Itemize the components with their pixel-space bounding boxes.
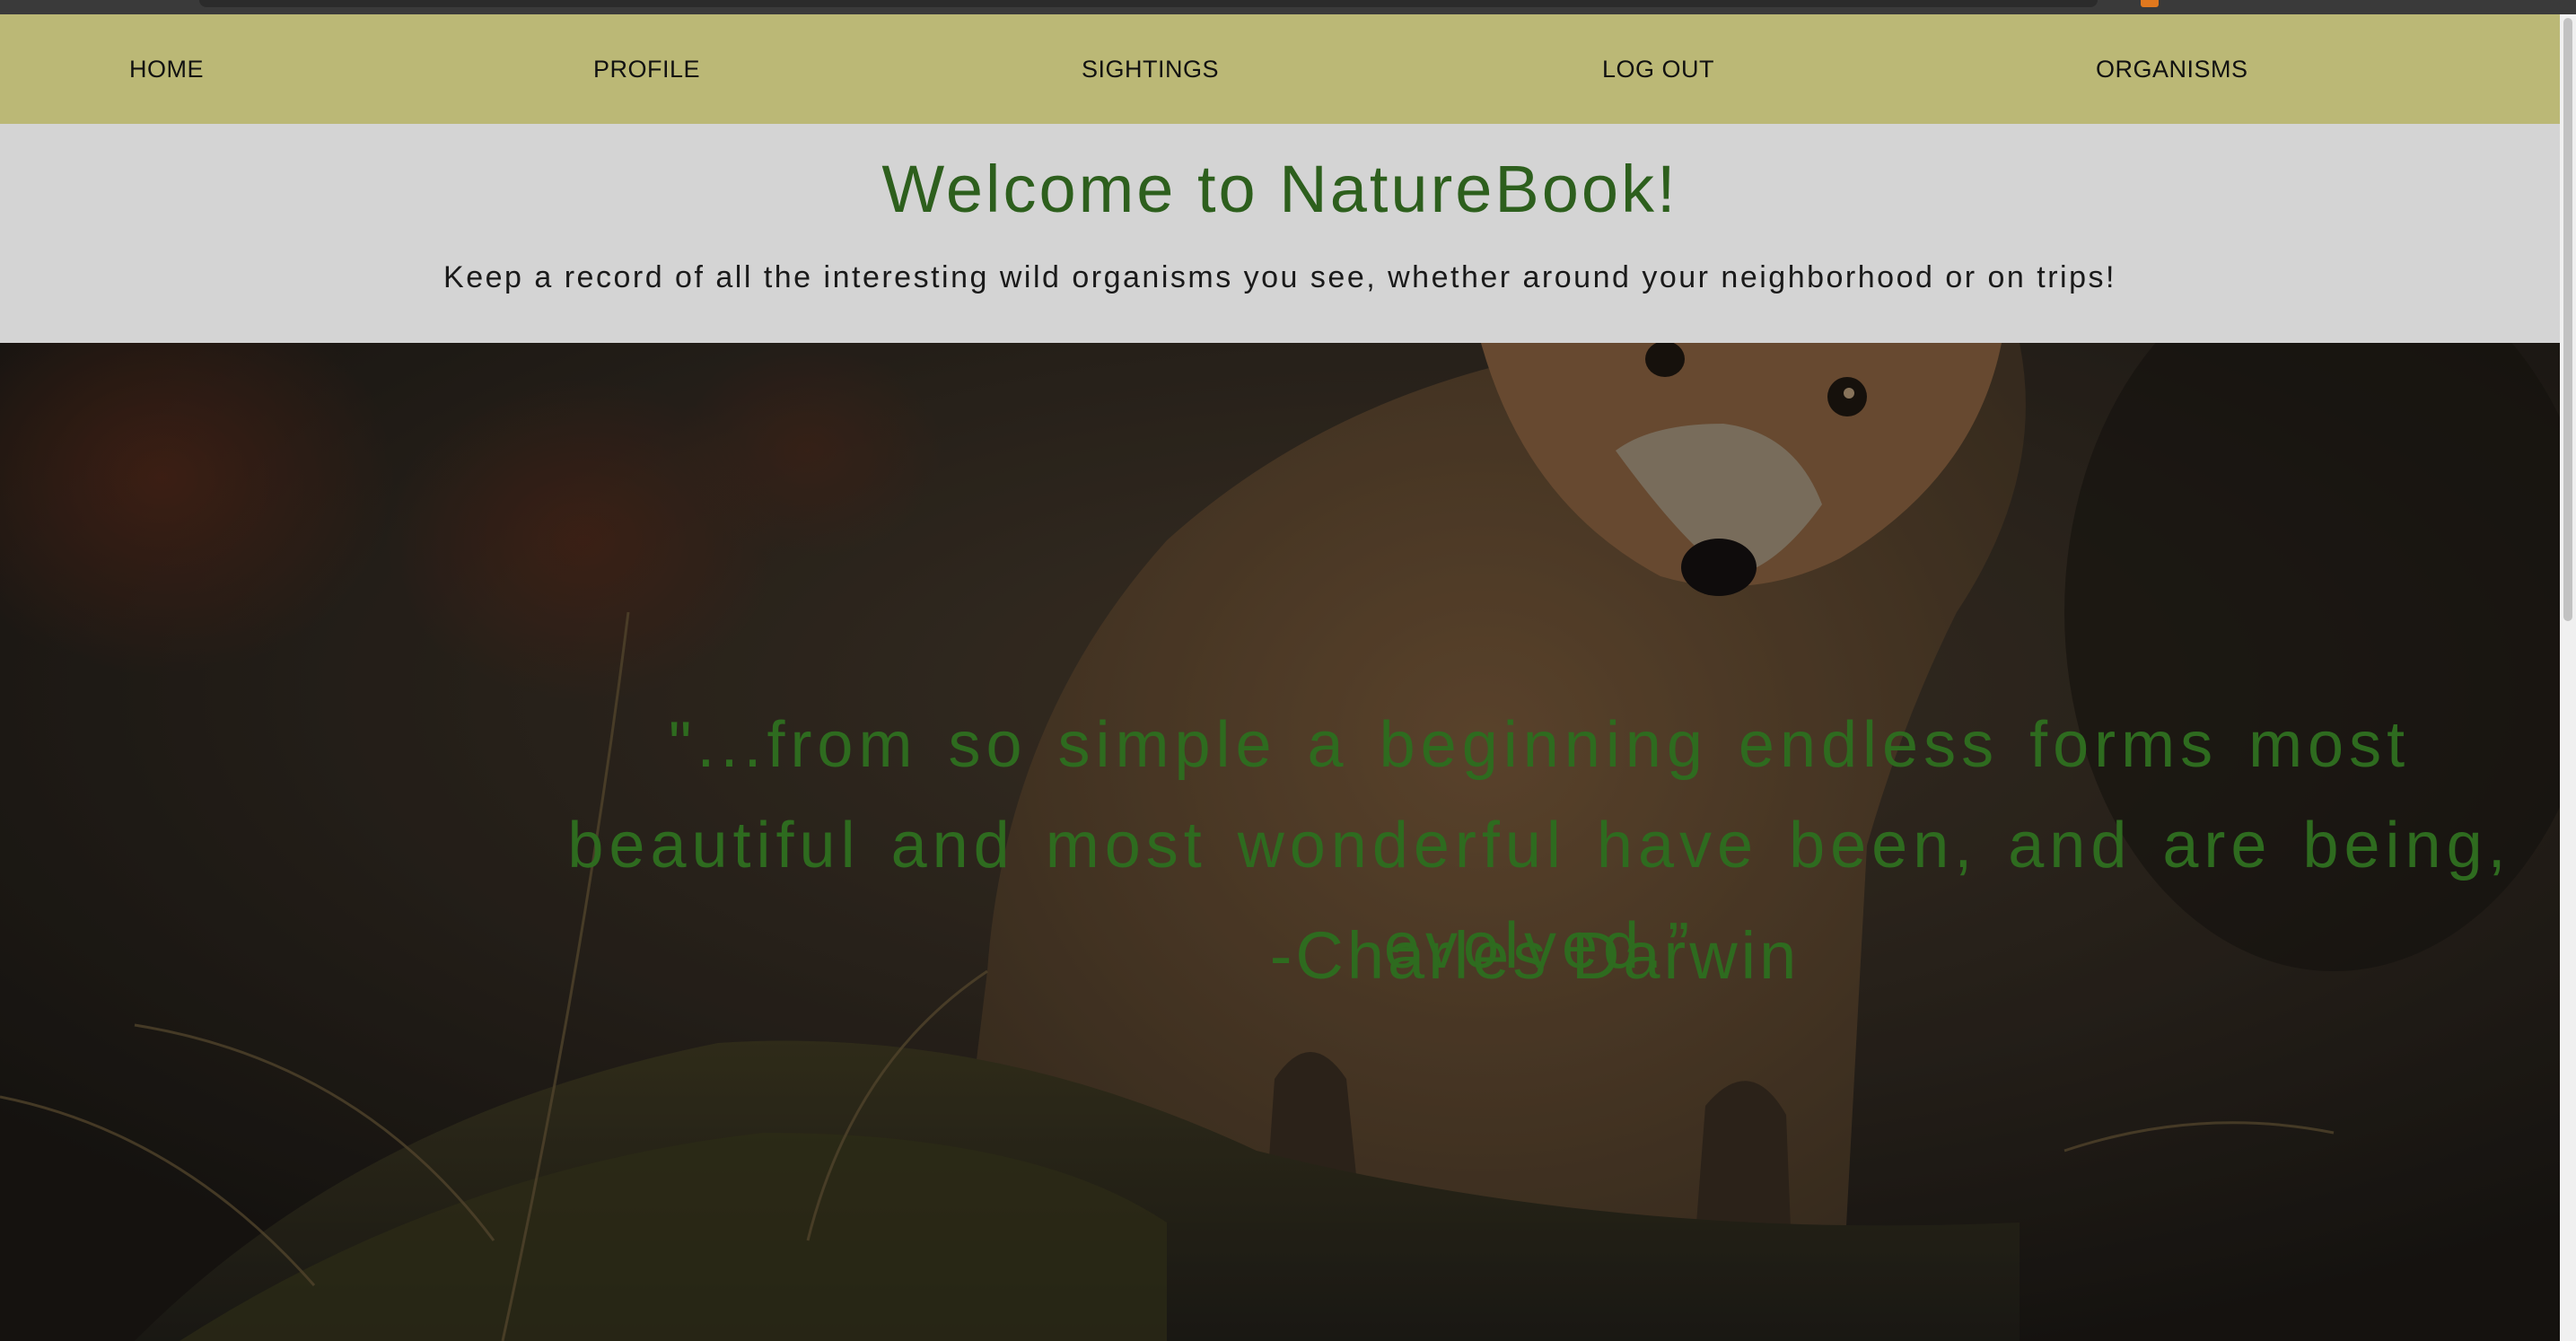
hero-banner: "...from so simple a beginning endless f…: [0, 343, 2560, 1341]
nav-home-link[interactable]: HOME: [129, 56, 204, 83]
welcome-header: Welcome to NatureBook! Keep a record of …: [0, 124, 2560, 343]
scrollbar-thumb[interactable]: [2563, 18, 2572, 621]
page-scrollbar[interactable]: [2560, 14, 2576, 1341]
nav-sightings-link[interactable]: SIGHTINGS: [1082, 56, 1219, 83]
top-nav: HOME PROFILE SIGHTINGS LOG OUT ORGANISMS: [0, 14, 2560, 124]
quote-author: -Charles Darwin: [1269, 918, 1801, 993]
nav-organisms-link[interactable]: ORGANISMS: [2096, 56, 2248, 83]
browser-toolbar: [0, 0, 2576, 14]
page: HOME PROFILE SIGHTINGS LOG OUT ORGANISMS…: [0, 14, 2560, 1341]
nav-logout-link[interactable]: LOG OUT: [1602, 56, 1714, 83]
extension-icon[interactable]: [2141, 0, 2159, 7]
page-title: Welcome to NatureBook!: [881, 152, 1678, 226]
page-subtitle: Keep a record of all the interesting wil…: [443, 260, 2116, 294]
address-bar[interactable]: [199, 0, 2098, 7]
nav-profile-link[interactable]: PROFILE: [593, 56, 700, 83]
